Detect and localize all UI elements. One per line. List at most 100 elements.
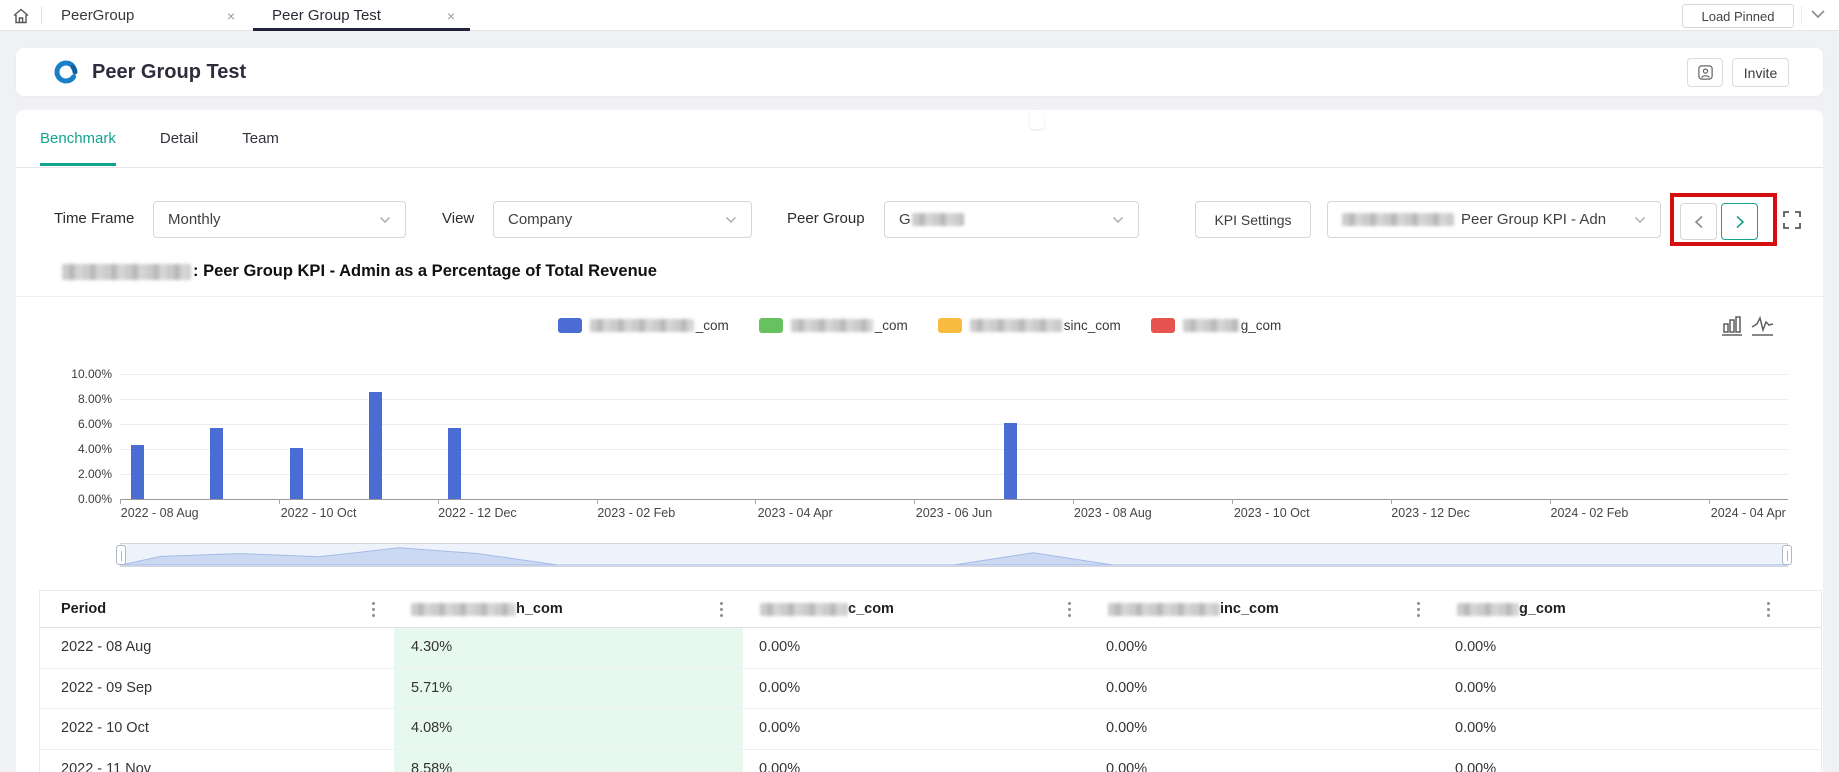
x-axis-tick [1709,499,1710,504]
x-axis-tick [755,499,756,504]
gridline [120,374,1788,375]
x-axis-label: 2023 - 12 Dec [1371,506,1491,520]
value-cell: 5.71% [411,668,452,708]
range-slider-left-handle[interactable] [116,545,126,565]
column-header: inc_com [1108,591,1279,627]
page-header-card: Peer Group Test Invite [16,48,1823,96]
column-header: c_com [760,591,894,627]
value-cell: 0.00% [1455,627,1496,667]
y-axis-tick-label: 6.00% [40,417,112,431]
x-axis-tick [597,499,598,504]
x-axis-label: 2022 - 10 Oct [259,506,379,520]
period-cell: 2022 - 11 Nov [61,749,151,772]
redacted-text [1457,603,1519,616]
divider [40,749,1822,750]
x-axis-label: 2023 - 02 Feb [576,506,696,520]
x-axis-tick [120,499,121,504]
value-cell: 4.08% [411,708,452,748]
divider [40,627,1822,628]
y-axis-tick-label: 4.00% [40,442,112,456]
redacted-text [760,603,848,616]
value-cell: 8.58% [411,749,452,772]
tab-peer-group-test-active[interactable]: Peer Group Test × [253,0,470,31]
range-slider-data-shadow [121,544,1787,566]
app-logo-icon [53,59,79,85]
column-header-label: c_com [848,601,894,617]
divider [1801,6,1802,25]
chevron-down-icon[interactable] [1810,9,1826,21]
x-axis-tick [1232,499,1233,504]
bar-2023 - 07 Jul [1004,423,1017,499]
tab-peergroup[interactable]: PeerGroup × [48,0,250,31]
x-axis-label: 2023 - 10 Oct [1212,506,1332,520]
bar-2022 - 11 Nov [369,392,382,499]
column-header: h_com [411,591,563,627]
value-cell: 0.00% [1455,749,1496,772]
bar-chart-plot: 0.00% 2.00% 4.00% 6.00% 8.00% 10.00% 2022 - 08… [16,110,1823,570]
page-title: Peer Group Test [92,48,246,96]
range-slider[interactable] [120,543,1788,567]
column-menu-icon[interactable] [372,602,375,605]
y-axis-tick-label: 0.00% [40,492,112,506]
column-menu-icon[interactable] [1068,602,1071,605]
column-menu-icon[interactable] [1767,602,1770,605]
value-cell: 0.00% [1106,749,1147,772]
period-cell: 2022 - 09 Sep [61,668,152,708]
x-axis-label: 2022 - 08 Aug [100,506,220,520]
value-cell: 0.00% [1106,668,1147,708]
benchmark-table: Period h_com c_com inc_com g_com 2022 - 08 Au… [39,590,1822,772]
divider [41,7,42,24]
x-axis-label: 2022 - 12 Dec [417,506,537,520]
column-header: g_com [1457,591,1566,627]
bar-2022 - 12 Dec [448,428,461,499]
x-axis-tick [279,499,280,504]
browser-tab-bar: PeerGroup × Peer Group Test × Load Pinne… [0,0,1839,31]
x-axis-label: 2023 - 06 Jun [894,506,1014,520]
column-menu-icon[interactable] [1417,602,1420,605]
user-badge-button[interactable] [1687,58,1723,87]
value-cell: 0.00% [1455,708,1496,748]
column-header: Period [61,591,106,627]
column-header-label: g_com [1519,601,1566,617]
x-axis-tick [914,499,915,504]
column-header-label: inc_com [1220,601,1279,617]
range-slider-right-handle[interactable] [1782,545,1792,565]
bar-2022 - 10 Oct [290,448,303,499]
y-axis-tick-label: 8.00% [40,392,112,406]
tab-label: PeerGroup [61,7,134,24]
x-axis-tick [438,499,439,504]
period-cell: 2022 - 10 Oct [61,708,149,748]
x-axis-label: 2023 - 04 Apr [735,506,855,520]
x-axis-line [120,499,1788,500]
close-icon[interactable]: × [224,8,238,24]
value-cell: 0.00% [759,668,800,708]
x-axis-tick [1550,499,1551,504]
value-cell: 0.00% [759,627,800,667]
column-menu-icon[interactable] [720,602,723,605]
value-cell: 0.00% [759,749,800,772]
bar-2022 - 08 Aug [131,445,144,499]
load-pinned-button[interactable]: Load Pinned [1682,4,1794,28]
column-header-label: h_com [516,601,563,617]
divider [40,708,1822,709]
redacted-text [411,603,516,616]
redacted-text [1108,603,1220,616]
home-icon[interactable] [11,6,31,26]
x-axis-label: 2023 - 08 Aug [1053,506,1173,520]
floating-artifact [1030,112,1044,129]
period-cell: 2022 - 08 Aug [61,627,151,667]
tab-label: Peer Group Test [272,7,381,24]
value-cell: 4.30% [411,627,452,667]
value-cell: 0.00% [1106,708,1147,748]
value-cell: 0.00% [759,708,800,748]
y-axis-tick-label: 2.00% [40,467,112,481]
y-axis-tick-label: 10.00% [40,367,112,381]
value-cell: 0.00% [1455,668,1496,708]
x-axis-label: 2024 - 04 Apr [1688,506,1808,520]
bar-2022 - 09 Sep [210,428,223,499]
divider [40,668,1822,669]
close-icon[interactable]: × [444,8,458,24]
invite-button[interactable]: Invite [1732,58,1789,87]
value-cell: 0.00% [1106,627,1147,667]
x-axis-tick [1391,499,1392,504]
